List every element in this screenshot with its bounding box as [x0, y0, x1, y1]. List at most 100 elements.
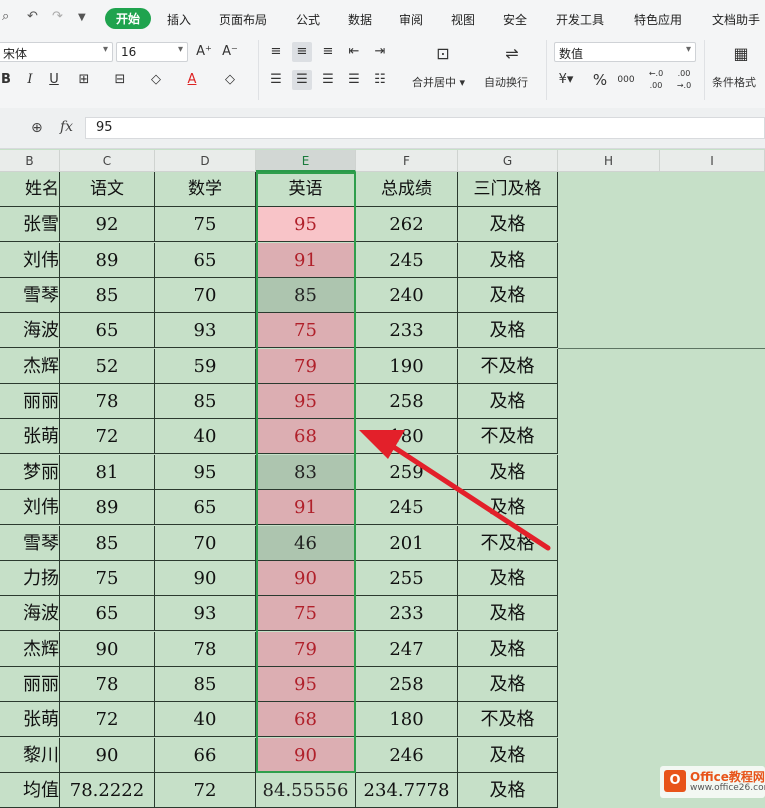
cell[interactable]: 总成绩	[356, 172, 458, 207]
cell[interactable]: 85	[155, 666, 256, 702]
currency-icon[interactable]: ¥▾	[556, 70, 576, 90]
cell[interactable]: 及格	[458, 490, 558, 526]
cell[interactable]: 79	[256, 631, 356, 667]
column-header-e[interactable]: E	[256, 150, 356, 172]
cell[interactable]: 180	[356, 419, 458, 455]
cell[interactable]: 258	[356, 384, 458, 420]
cell[interactable]: 90	[60, 631, 155, 667]
menu-data[interactable]: 数据	[348, 11, 372, 28]
align-middle-icon[interactable]: ≡	[292, 42, 312, 62]
cell[interactable]: 46	[256, 525, 356, 561]
decimal-decrease-icon[interactable]: .00 →.0	[672, 68, 696, 90]
cell[interactable]: 79	[256, 348, 356, 384]
cell[interactable]: 雪琴	[0, 278, 60, 314]
wrap-text-label[interactable]: 自动换行	[484, 74, 528, 90]
cell[interactable]: 84.55556	[256, 772, 356, 808]
cell[interactable]: 不及格	[458, 702, 558, 738]
align-bottom-icon[interactable]: ≡	[318, 42, 338, 62]
align-left-icon[interactable]: ☰	[266, 70, 286, 90]
cell[interactable]: 89	[60, 490, 155, 526]
bold-icon[interactable]: B	[0, 70, 16, 90]
justify-icon[interactable]: ☰	[344, 70, 364, 90]
merge-center-icon[interactable]: ⊡	[430, 44, 456, 64]
menu-review[interactable]: 审阅	[399, 11, 423, 28]
cell[interactable]: 233	[356, 596, 458, 632]
cell[interactable]: 234.7778	[356, 772, 458, 808]
cell[interactable]: 及格	[458, 278, 558, 314]
align-center-icon[interactable]: ☰	[292, 70, 312, 90]
cell[interactable]: 海波	[0, 596, 60, 632]
cell[interactable]: 丽丽	[0, 666, 60, 702]
menu-developer[interactable]: 开发工具	[556, 11, 604, 28]
cell[interactable]: 180	[356, 702, 458, 738]
cell[interactable]: 240	[356, 278, 458, 314]
cell[interactable]: 90	[155, 560, 256, 596]
cell[interactable]: 及格	[458, 666, 558, 702]
merge-center-button[interactable]: 合并居中 ▾	[412, 74, 465, 90]
cell[interactable]: 杰辉	[0, 631, 60, 667]
menu-doc-assistant[interactable]: 文档助手	[712, 11, 760, 28]
cell[interactable]: 刘伟	[0, 490, 60, 526]
conditional-format-icon[interactable]: ▦	[728, 44, 754, 64]
cell[interactable]: 68	[256, 419, 356, 455]
cell[interactable]: 247	[356, 631, 458, 667]
cell[interactable]: 90	[60, 737, 155, 773]
cell[interactable]: 65	[60, 313, 155, 349]
menu-page-layout[interactable]: 页面布局	[219, 11, 267, 28]
cell[interactable]: 81	[60, 454, 155, 490]
cell[interactable]: 52	[60, 348, 155, 384]
cell[interactable]: 95	[256, 207, 356, 243]
cell[interactable]: 85	[155, 384, 256, 420]
cell[interactable]: 259	[356, 454, 458, 490]
menu-view[interactable]: 视图	[451, 11, 475, 28]
clear-format-icon[interactable]: ◇	[220, 70, 240, 90]
column-header-d[interactable]: D	[155, 150, 256, 172]
cell[interactable]: 91	[256, 490, 356, 526]
cell[interactable]: 均值	[0, 772, 60, 808]
cell[interactable]: 丽丽	[0, 384, 60, 420]
cell[interactable]: 不及格	[458, 419, 558, 455]
menu-special[interactable]: 特色应用	[634, 11, 682, 28]
cell[interactable]: 65	[155, 490, 256, 526]
formula-input[interactable]: 95	[85, 117, 765, 139]
underline-icon[interactable]: U	[44, 70, 64, 90]
percent-icon[interactable]: %	[590, 70, 610, 90]
font-name-select[interactable]: 宋体 ▾	[0, 42, 113, 62]
cell[interactable]: 及格	[458, 596, 558, 632]
cell[interactable]: 梦丽	[0, 454, 60, 490]
cell[interactable]: 张萌	[0, 702, 60, 738]
cell[interactable]: 65	[60, 596, 155, 632]
cell[interactable]: 40	[155, 419, 256, 455]
cell[interactable]: 78	[60, 666, 155, 702]
cell[interactable]: 258	[356, 666, 458, 702]
align-top-icon[interactable]: ≡	[266, 42, 286, 62]
column-header-i[interactable]: I	[660, 150, 765, 172]
cell[interactable]: 89	[60, 242, 155, 278]
cell[interactable]: 66	[155, 737, 256, 773]
cell[interactable]: 75	[256, 313, 356, 349]
cell[interactable]: 刘伟	[0, 242, 60, 278]
cell[interactable]: 姓名	[0, 172, 60, 207]
cell[interactable]: 91	[256, 242, 356, 278]
cell[interactable]: 及格	[458, 737, 558, 773]
cell[interactable]: 不及格	[458, 348, 558, 384]
cell[interactable]: 245	[356, 490, 458, 526]
cell[interactable]: 75	[155, 207, 256, 243]
cell[interactable]: 245	[356, 242, 458, 278]
menu-security[interactable]: 安全	[503, 11, 527, 28]
cell[interactable]: 59	[155, 348, 256, 384]
wrap-text-icon[interactable]: ⇌	[499, 44, 525, 64]
cell[interactable]: 255	[356, 560, 458, 596]
cell[interactable]: 70	[155, 278, 256, 314]
undo-icon[interactable]: ↶	[27, 9, 38, 24]
cell[interactable]: 不及格	[458, 525, 558, 561]
fx-icon[interactable]: fx	[60, 119, 73, 135]
cell[interactable]: 90	[256, 560, 356, 596]
cell[interactable]: 力扬	[0, 560, 60, 596]
column-header-f[interactable]: F	[356, 150, 458, 172]
cell[interactable]: 海波	[0, 313, 60, 349]
conditional-format-label[interactable]: 条件格式	[712, 74, 756, 90]
cell[interactable]: 杰辉	[0, 348, 60, 384]
cell[interactable]: 92	[60, 207, 155, 243]
cell[interactable]: 78	[60, 384, 155, 420]
